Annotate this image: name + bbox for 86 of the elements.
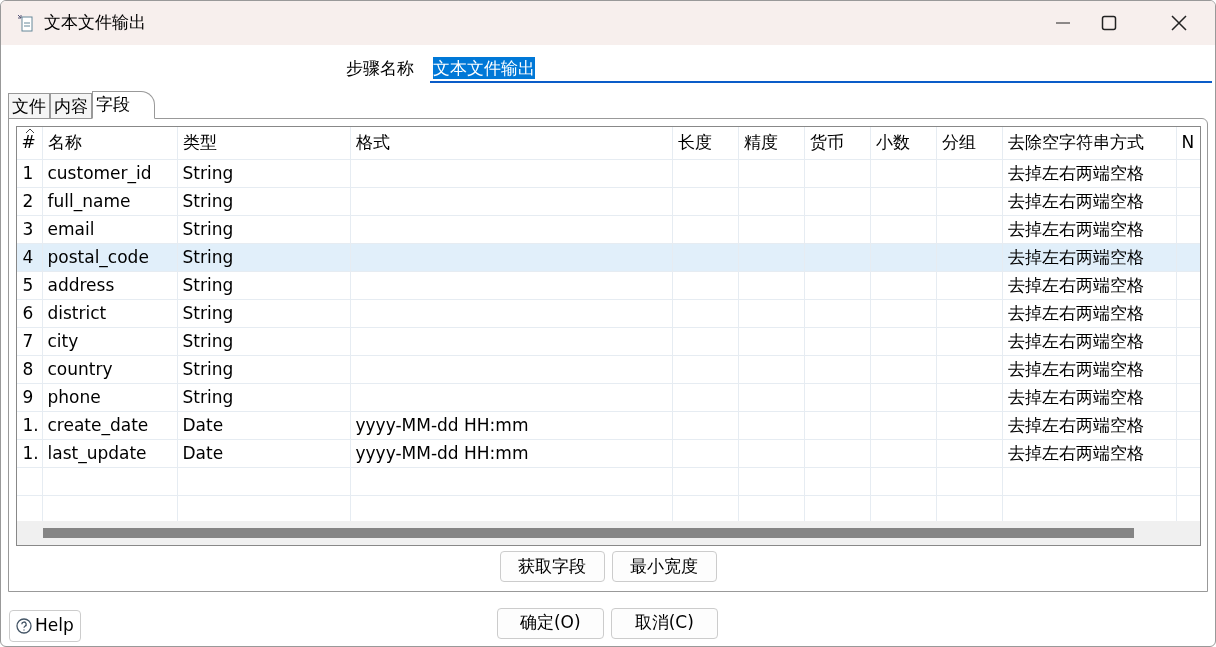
table-action-button[interactable]: 最小宽度 [611,551,717,582]
row-number: 4 [22,245,34,269]
maximize-icon[interactable] [1101,15,1117,31]
row-number: 7 [22,329,34,353]
column-header[interactable]: 货币 [809,130,844,156]
table-row[interactable]: 3 email String 去掉左右两端空格 [16,215,1200,243]
row-number: 8 [22,357,34,381]
column-header[interactable]: 分组 [941,130,976,156]
table-row[interactable]: 4 postal_code String 去掉左右两端空格 [16,243,1200,271]
table-cell-text: String [182,217,234,241]
table-cell-text: String [182,301,234,325]
row-number: 2 [22,189,34,213]
table-row[interactable]: 7 city String 去掉左右两端空格 [16,327,1200,355]
row-number: 9 [22,385,34,409]
table-cell-text: 去掉左右两端空格 [1007,413,1144,437]
table-row[interactable]: 1. create_date Date yyyy-MM-dd HH:mm 去掉左右两端空格 [16,411,1200,439]
column-header[interactable]: 名称 [47,130,82,156]
sort-caret-icon [24,128,35,134]
row-number: 1. [22,441,39,465]
column-header[interactable]: N [1181,130,1195,156]
table-cell-text: 去掉左右两端空格 [1007,245,1144,269]
column-header[interactable]: # [21,130,36,156]
tab[interactable]: 文件 [8,93,50,119]
table-cell-text: full_name [47,189,131,214]
table-cell-text: Date [182,441,224,465]
tab[interactable]: 字段 [92,91,155,119]
column-header[interactable]: 去除空字符串方式 [1007,130,1144,156]
table-cell-text: customer_id [47,161,152,186]
step-name-label: 步骤名称 [346,57,415,81]
row-number: 1. [22,413,39,437]
table-action-button[interactable]: 获取字段 [499,551,605,582]
close-icon[interactable] [1171,15,1187,31]
column-header[interactable]: 长度 [677,130,712,156]
row-number: 6 [22,301,34,325]
help-icon [16,618,32,634]
table-row[interactable]: 1. last_update Date yyyy-MM-dd HH:mm 去掉左右两端空格 [16,439,1200,467]
table-cell-text: postal_code [47,245,149,270]
table-cell-text: last_update [47,441,147,466]
table-cell-text: city [47,329,79,353]
column-header[interactable]: 类型 [182,130,217,156]
table-cell-text: email [47,217,95,241]
table-cell-text: create_date [47,413,149,438]
window-title: 文本文件输出 [44,11,146,35]
table-cell-text: String [182,245,234,269]
table-cell-text: district [47,301,107,325]
help-button[interactable]: Help [9,610,81,642]
dialog-button[interactable]: 确定(O) [496,607,604,639]
table-cell-text: 去掉左右两端空格 [1007,273,1144,297]
table-cell-text: String [182,273,234,297]
table-cell-text: country [47,357,113,381]
table-row[interactable]: 2 full_name String 去掉左右两端空格 [16,187,1200,215]
table-row[interactable]: 9 phone String 去掉左右两端空格 [16,383,1200,411]
scrollbar-track[interactable] [16,521,1200,545]
row-number: 1 [22,161,34,185]
column-header[interactable]: 精度 [743,130,778,156]
table-cell-text: yyyy-MM-dd HH:mm [355,441,529,465]
table-cell-text: 去掉左右两端空格 [1007,189,1144,213]
table-row[interactable]: 8 country String 去掉左右两端空格 [16,355,1200,383]
table-row[interactable]: 5 address String 去掉左右两端空格 [16,271,1200,299]
row-number: 3 [22,217,34,241]
table-cell-text: 去掉左右两端空格 [1007,301,1144,325]
table-cell-text: address [47,273,115,297]
table-cell-text: 去掉左右两端空格 [1007,357,1144,381]
table-cell-text: 去掉左右两端空格 [1007,217,1144,241]
table-cell-text: Date [182,413,224,437]
table-cell-text: String [182,189,234,213]
row-number: 5 [22,273,34,297]
dialog-button[interactable]: 取消(C) [610,607,718,639]
table-row[interactable]: 1 customer_id String 去掉左右两端空格 [16,159,1200,187]
step-name-field[interactable]: 文本文件输出 [430,55,1212,83]
table-cell-text: yyyy-MM-dd HH:mm [355,413,529,437]
table-cell-text: 去掉左右两端空格 [1007,329,1144,353]
table-cell-text: phone [47,385,101,409]
tab[interactable]: 内容 [50,93,92,119]
table-cell-text: String [182,161,234,185]
table-cell-text: 去掉左右两端空格 [1007,161,1144,185]
table-cell-text: String [182,357,234,381]
table-row[interactable]: 6 district String 去掉左右两端空格 [16,299,1200,327]
column-header[interactable]: 小数 [875,130,910,156]
table-cell-text: String [182,329,234,353]
document-icon [16,14,34,32]
table-cell-text: 去掉左右两端空格 [1007,441,1144,465]
table-cell-text: 去掉左右两端空格 [1007,385,1144,409]
table-cell-text: String [182,385,234,409]
scrollbar-thumb[interactable] [42,528,1134,538]
column-header[interactable]: 格式 [355,130,390,156]
